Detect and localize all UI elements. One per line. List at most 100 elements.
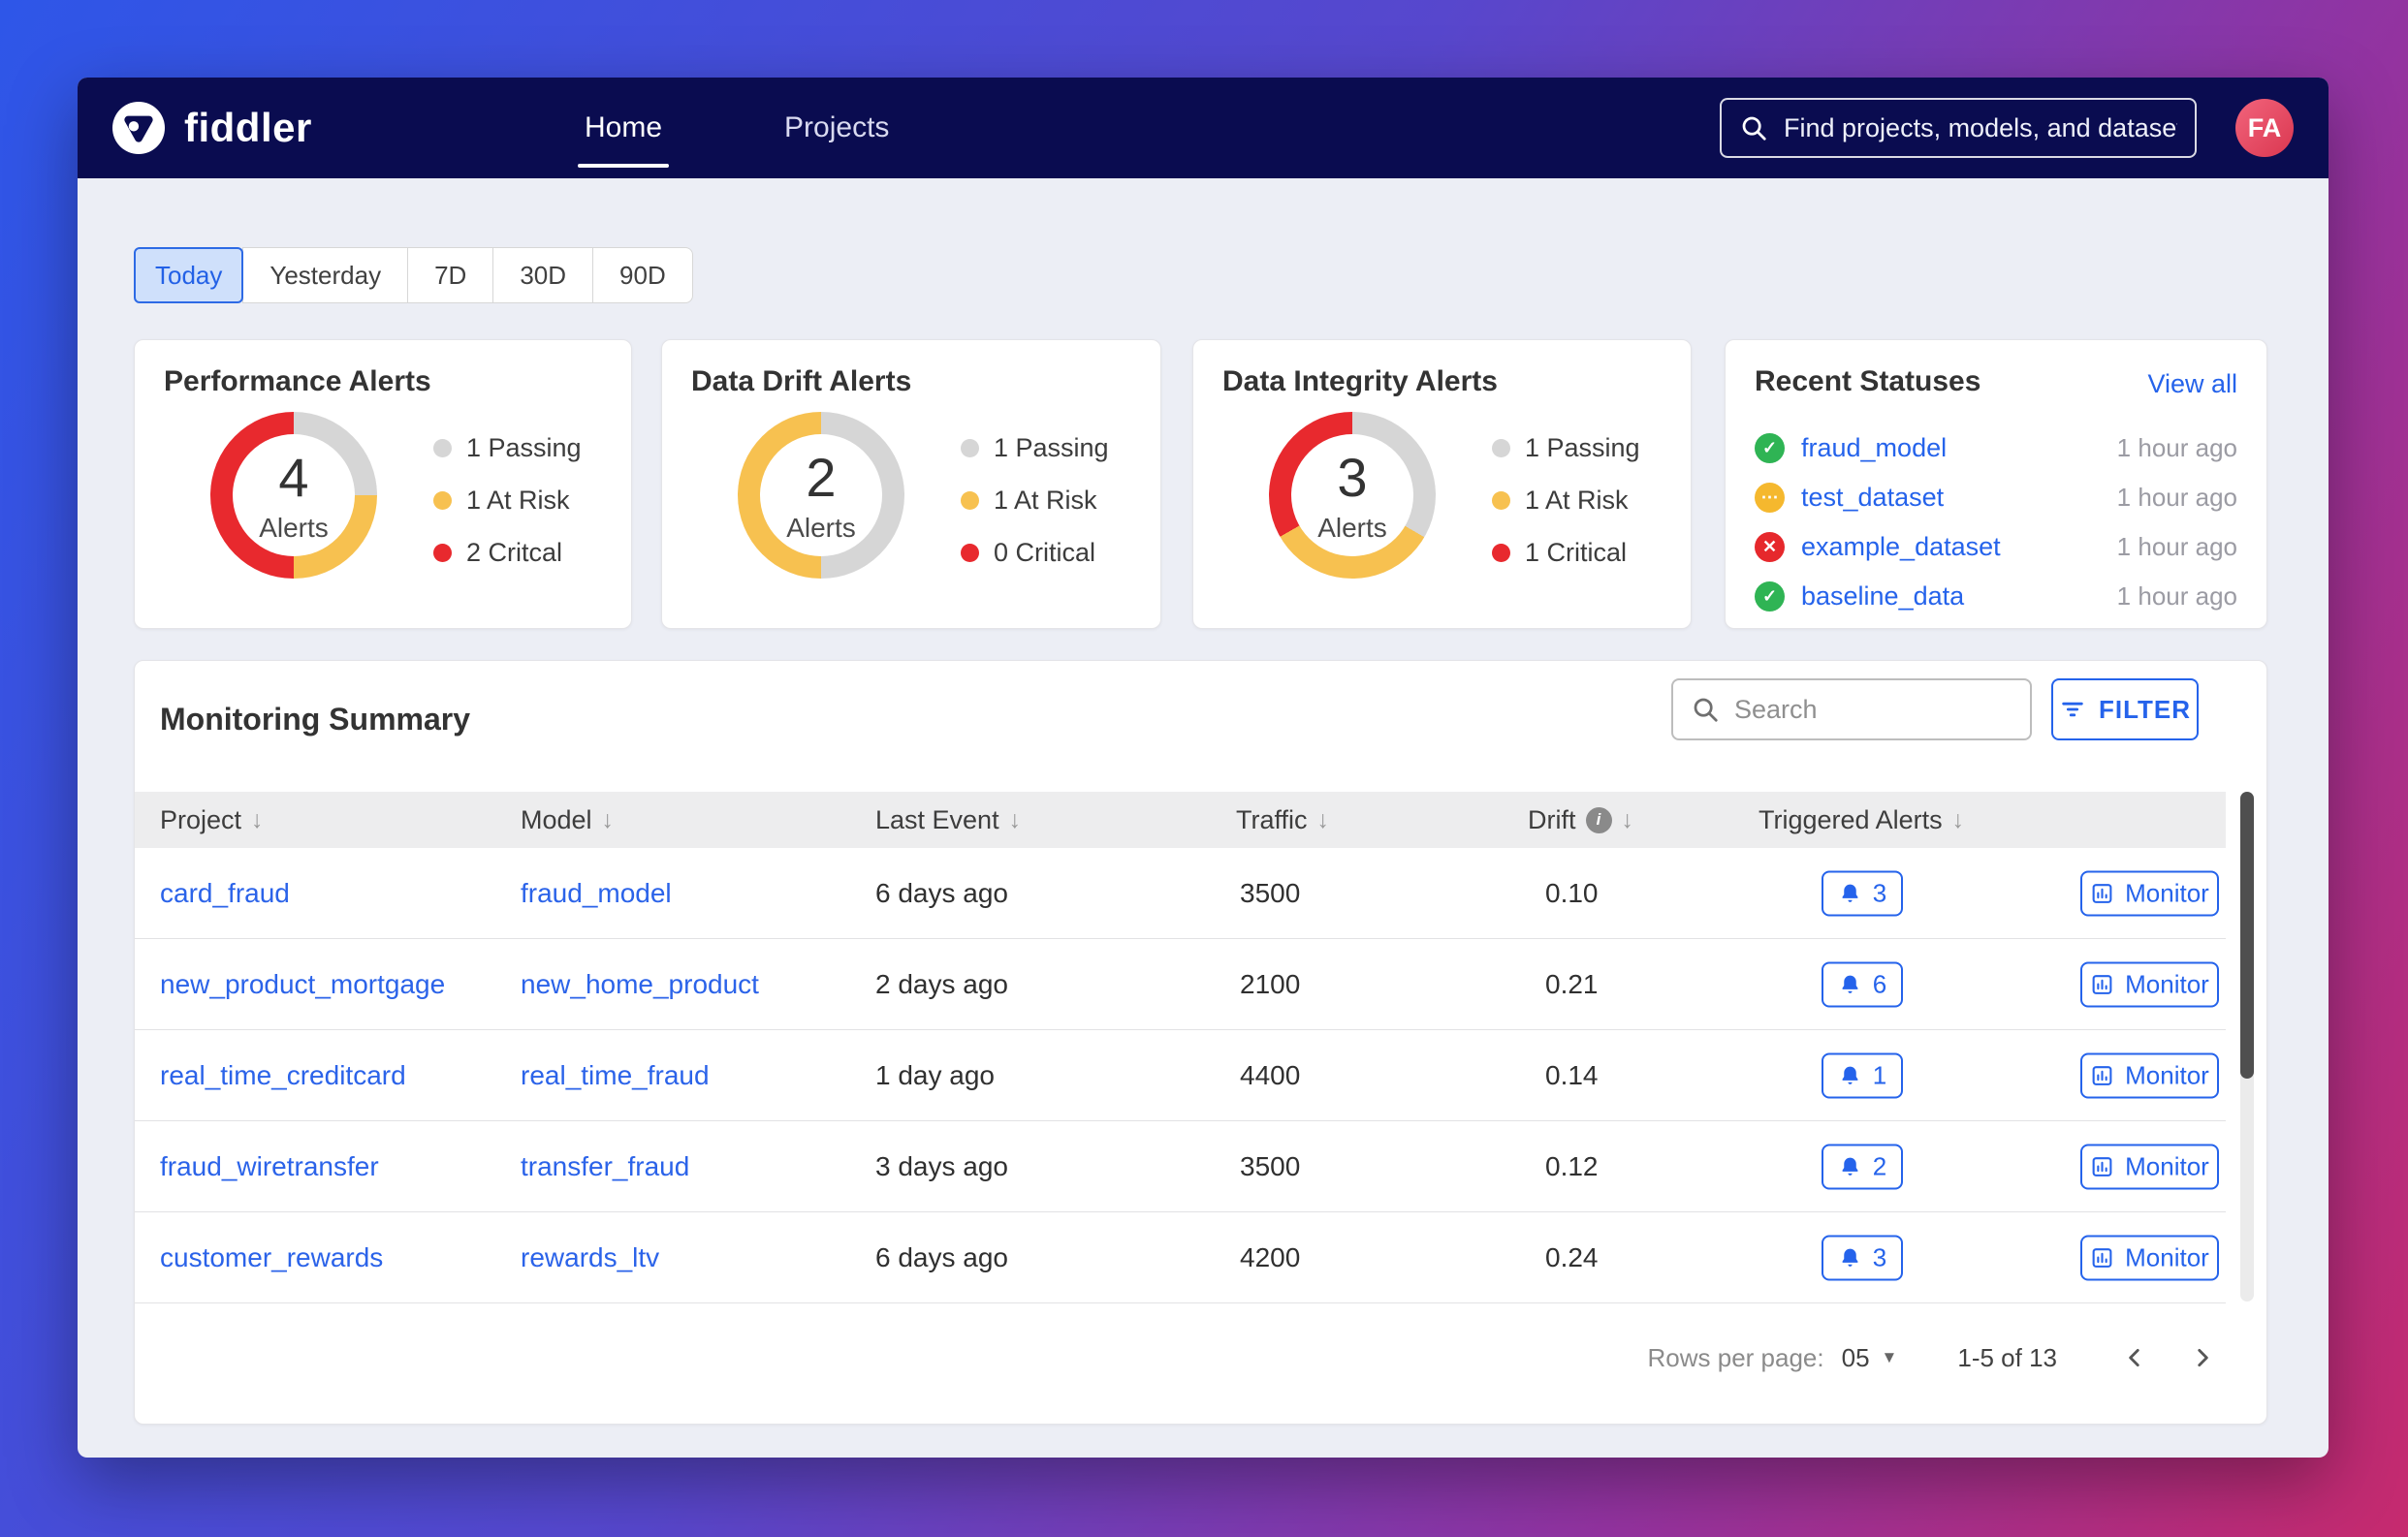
success-status-icon: ✓ [1755, 433, 1785, 463]
monitor-chart-icon [2090, 1245, 2114, 1270]
bell-icon [1838, 1154, 1862, 1178]
column-header-project[interactable]: Project↓ [160, 792, 264, 848]
drift-donut-chart: 2 Alerts [738, 412, 904, 579]
status-item: ✓ fraud_model 1 hour ago [1755, 423, 2237, 473]
project-link[interactable]: card_fraud [160, 878, 290, 909]
time-filter-group: Today Yesterday 7D 30D 90D [134, 247, 693, 303]
project-link[interactable]: new_product_mortgage [160, 969, 445, 1000]
table-search-input[interactable] [1734, 695, 2012, 725]
table-scrollbar-thumb[interactable] [2240, 792, 2254, 1079]
triggered-alerts-button[interactable]: 3 [1822, 870, 1903, 916]
alert-count: 4 [278, 451, 308, 505]
status-item: ✕ example_dataset 1 hour ago [1755, 522, 2237, 572]
status-time: 1 hour ago [2117, 581, 2237, 612]
triggered-alerts-button[interactable]: 2 [1822, 1144, 1903, 1189]
traffic-value: 4400 [1240, 1060, 1300, 1091]
column-header-model[interactable]: Model↓ [521, 792, 614, 848]
monitor-chart-icon [2090, 881, 2114, 905]
rows-per-page-label: Rows per page: [1648, 1343, 1824, 1373]
model-link[interactable]: rewards_ltv [521, 1242, 659, 1273]
time-filter-7d[interactable]: 7D [407, 247, 493, 303]
time-filter-yesterday[interactable]: Yesterday [242, 247, 408, 303]
column-header-drift[interactable]: Drifti↓ [1528, 792, 1633, 848]
column-header-traffic[interactable]: Traffic↓ [1236, 792, 1329, 848]
project-link[interactable]: customer_rewards [160, 1242, 383, 1273]
traffic-value: 4200 [1240, 1242, 1300, 1273]
monitor-chart-icon [2090, 1063, 2114, 1087]
passing-dot-icon [961, 439, 979, 457]
project-link[interactable]: fraud_wiretransfer [160, 1151, 379, 1182]
legend: 1 Passing 1 At Risk 1 Critical [1492, 433, 1640, 568]
alert-unit: Alerts [259, 513, 329, 544]
app-window: fiddler Home Projects FA Today Yesterday… [78, 78, 2329, 1458]
drift-value: 0.21 [1545, 969, 1599, 1000]
model-link[interactable]: new_home_product [521, 969, 759, 1000]
legend: 1 Passing 1 At Risk 2 Critcal [433, 433, 582, 568]
data-drift-alerts-card: Data Drift Alerts 2 Alerts 1 Passing 1 A… [661, 339, 1161, 629]
triggered-alerts-button[interactable]: 1 [1822, 1052, 1903, 1098]
drift-value: 0.24 [1545, 1242, 1599, 1273]
time-filter-today[interactable]: Today [134, 247, 243, 303]
status-link[interactable]: example_dataset [1801, 532, 2001, 562]
monitor-button[interactable]: Monitor [2080, 1052, 2219, 1098]
model-link[interactable]: transfer_fraud [521, 1151, 689, 1182]
traffic-value: 2100 [1240, 969, 1300, 1000]
table-body: card_fraud fraud_model 6 days ago 3500 0… [135, 848, 2226, 1303]
at-risk-dot-icon [433, 491, 452, 510]
status-item: ⋯ test_dataset 1 hour ago [1755, 473, 2237, 522]
monitor-button[interactable]: Monitor [2080, 1144, 2219, 1189]
data-integrity-alerts-card: Data Integrity Alerts 3 Alerts 1 Passing… [1192, 339, 1692, 629]
table-scrollbar-track[interactable] [2240, 792, 2254, 1302]
status-link[interactable]: fraud_model [1801, 433, 1947, 463]
last-event-value: 3 days ago [875, 1151, 1008, 1182]
avatar[interactable]: FA [2235, 99, 2294, 157]
drift-value: 0.14 [1545, 1060, 1599, 1091]
brand[interactable]: fiddler [112, 78, 312, 178]
monitor-button[interactable]: Monitor [2080, 1235, 2219, 1280]
last-event-value: 6 days ago [875, 878, 1008, 909]
global-search-input[interactable] [1784, 113, 2177, 143]
sort-icon: ↓ [602, 806, 615, 834]
table-row: fraud_wiretransfer transfer_fraud 3 days… [135, 1121, 2226, 1212]
card-title: Data Drift Alerts [691, 365, 911, 398]
critical-dot-icon [433, 544, 452, 562]
passing-dot-icon [1492, 439, 1510, 457]
model-link[interactable]: real_time_fraud [521, 1060, 710, 1091]
table-header: Project↓ Model↓ Last Event↓ Traffic↓ Dri… [135, 792, 2226, 848]
rows-per-page-select[interactable]: 05 ▼ [1842, 1343, 1898, 1373]
column-header-last-event[interactable]: Last Event↓ [875, 792, 1021, 848]
column-header-triggered-alerts[interactable]: Triggered Alerts↓ [1758, 792, 1964, 848]
tab-home[interactable]: Home [582, 111, 665, 144]
model-link[interactable]: fraud_model [521, 878, 672, 909]
performance-alerts-card: Performance Alerts 4 Alerts 1 Passing 1 … [134, 339, 632, 629]
brand-name: fiddler [184, 105, 312, 151]
triggered-alerts-button[interactable]: 6 [1822, 961, 1903, 1007]
triggered-alerts-button[interactable]: 3 [1822, 1235, 1903, 1280]
alert-unit: Alerts [786, 513, 856, 544]
chevron-left-icon [2122, 1345, 2147, 1370]
success-status-icon: ✓ [1755, 581, 1785, 612]
previous-page-button[interactable] [2113, 1336, 2156, 1379]
info-icon[interactable]: i [1586, 807, 1612, 833]
status-link[interactable]: baseline_data [1801, 581, 1964, 612]
monitor-chart-icon [2090, 972, 2114, 996]
table-search[interactable] [1671, 678, 2032, 740]
tab-projects[interactable]: Projects [781, 111, 892, 144]
project-link[interactable]: real_time_creditcard [160, 1060, 406, 1091]
view-all-link[interactable]: View all [2147, 369, 2237, 399]
card-title: Data Integrity Alerts [1222, 365, 1498, 398]
alert-count: 2 [806, 451, 836, 505]
monitor-button[interactable]: Monitor [2080, 961, 2219, 1007]
legend: 1 Passing 1 At Risk 0 Critical [961, 433, 1109, 568]
next-page-button[interactable] [2181, 1336, 2224, 1379]
error-status-icon: ✕ [1755, 532, 1785, 562]
monitor-button[interactable]: Monitor [2080, 870, 2219, 916]
time-filter-90d[interactable]: 90D [592, 247, 693, 303]
filter-button[interactable]: FILTER [2051, 678, 2199, 740]
table-row: customer_rewards rewards_ltv 6 days ago … [135, 1212, 2226, 1303]
status-time: 1 hour ago [2117, 532, 2237, 562]
time-filter-30d[interactable]: 30D [492, 247, 593, 303]
global-search[interactable] [1720, 98, 2197, 158]
status-link[interactable]: test_dataset [1801, 483, 1944, 513]
last-event-value: 1 day ago [875, 1060, 995, 1091]
